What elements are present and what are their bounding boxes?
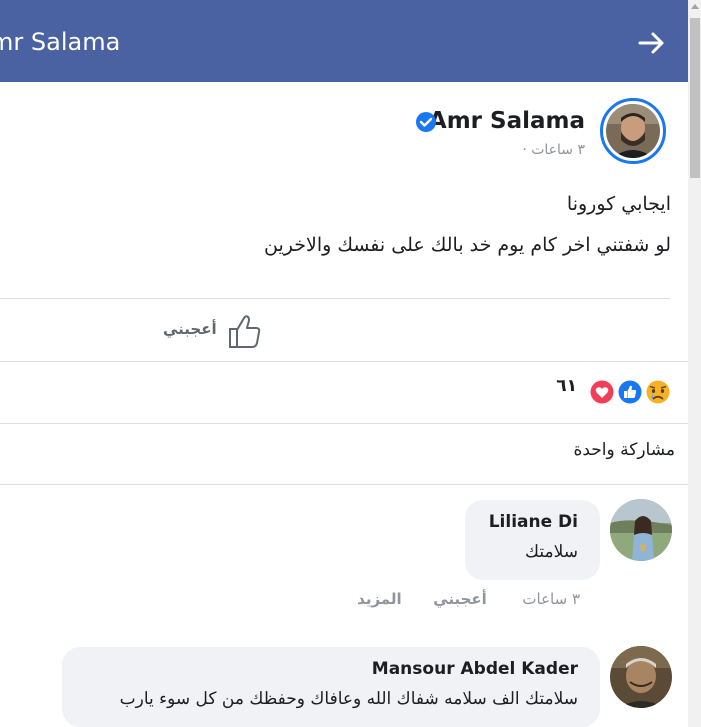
like-button-label: أعجبني xyxy=(163,320,217,338)
scroll-up-arrow-icon[interactable] xyxy=(691,4,699,9)
comment-text: سلامتك xyxy=(525,542,578,562)
divider xyxy=(0,298,670,299)
commenter-name[interactable]: Mansour Abdel Kader xyxy=(372,659,578,679)
arrow-right-icon[interactable] xyxy=(636,27,668,59)
comment-actions: ٣ ساعات أعجبني المزيد xyxy=(357,590,580,608)
page-title: mr Salama xyxy=(0,28,121,56)
like-button[interactable]: أعجبني xyxy=(163,312,263,350)
divider xyxy=(0,423,688,424)
post-author-name[interactable]: Amr Salama xyxy=(429,108,585,134)
comment-like-button[interactable]: أعجبني xyxy=(433,590,487,608)
sad-reaction-icon xyxy=(645,379,671,405)
love-reaction-icon xyxy=(589,379,615,405)
verified-badge-icon xyxy=(415,111,437,133)
shares-count[interactable]: مشاركة واحدة xyxy=(573,440,675,460)
thumbs-up-icon xyxy=(226,312,262,350)
avatar[interactable] xyxy=(606,104,660,158)
commenter-avatar[interactable] xyxy=(610,499,672,561)
comment-more-button[interactable]: المزيد xyxy=(357,590,401,608)
comment-text: سلامتك الف سلامه شفاك الله وعافاك وحفظك … xyxy=(119,689,578,709)
post-text-line-1: ايجابي كورونا xyxy=(566,193,671,215)
comment-timestamp[interactable]: ٣ ساعات xyxy=(522,590,580,608)
reactions-summary[interactable] xyxy=(588,377,676,407)
divider xyxy=(0,361,688,362)
commenter-avatar[interactable] xyxy=(610,646,672,708)
scrollbar-thumb[interactable] xyxy=(690,18,700,178)
divider xyxy=(0,484,688,485)
commenter-name[interactable]: Liliane Di xyxy=(489,512,578,532)
top-bar: mr Salama xyxy=(0,0,688,82)
post-timestamp[interactable]: ٣ ساعات · xyxy=(522,142,585,158)
like-reaction-icon xyxy=(617,379,643,405)
reactions-count[interactable]: ٦١ xyxy=(556,376,577,396)
post-text-line-2: لو شفتني اخر كام يوم خد بالك على نفسك وا… xyxy=(264,234,671,256)
